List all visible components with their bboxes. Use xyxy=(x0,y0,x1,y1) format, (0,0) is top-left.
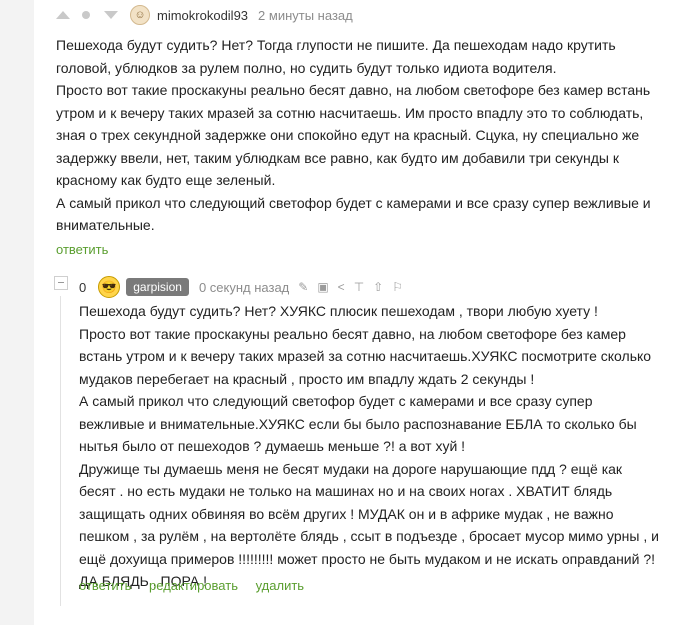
avatar-icon[interactable]: 😎 xyxy=(98,276,121,298)
comment1-header: ☺ mimokrokodil93 2 минуты назад xyxy=(56,4,353,26)
comment1-time[interactable]: 2 минуты назад xyxy=(258,8,353,23)
avatar-icon[interactable]: ☺ xyxy=(130,5,150,25)
comment2-paragraph: А самый прикол что следующий светофор бу… xyxy=(79,393,637,454)
comment2-paragraph: Просто вот такие проскакуны реально беся… xyxy=(79,325,652,387)
comment1-reply-link[interactable]: ответить xyxy=(56,242,108,257)
comment1-paragraph: Пешехода будут судить? Нет? Тогда глупос… xyxy=(56,37,616,76)
comment2-rating: 0 xyxy=(79,279,87,295)
comment1-body: Пешехода будут судить? Нет? Тогда глупос… xyxy=(56,34,656,237)
comment2-actions: ответить редактировать удалить xyxy=(79,578,318,593)
pin-icon[interactable]: ⊤ xyxy=(354,280,364,294)
upload-icon[interactable]: ⇧ xyxy=(373,280,383,294)
delete-link[interactable]: удалить xyxy=(256,578,304,593)
comment2-body: Пешехода будут судить? Нет? ХУЯКС плюсик… xyxy=(79,300,659,593)
collapse-icon[interactable] xyxy=(54,276,68,290)
downvote-icon[interactable] xyxy=(104,11,118,19)
comment1-paragraph: Просто вот такие проскакуны реально беся… xyxy=(56,82,651,188)
comment2-paragraph: Дружище ты думаешь меня не бесят мудаки … xyxy=(79,460,659,590)
comment2-header: 0 😎 garpision 0 секунд назад ✎ ▣ < ⊤ ⇧ ⚐ xyxy=(79,276,403,298)
comment1-author[interactable]: mimokrokodil93 xyxy=(157,8,248,23)
thread-line xyxy=(60,296,61,606)
share-icon[interactable]: < xyxy=(338,280,345,294)
dot-icon[interactable] xyxy=(82,11,90,19)
edit-link[interactable]: редактировать xyxy=(149,578,238,593)
edit-icon[interactable]: ✎ xyxy=(298,280,308,294)
comment2-author-badge[interactable]: garpision xyxy=(126,278,189,296)
report-icon[interactable]: ⚐ xyxy=(392,280,403,294)
comment2-time[interactable]: 0 секунд назад xyxy=(199,280,289,295)
reply-link[interactable]: ответить xyxy=(79,578,131,593)
comment1-paragraph: А самый прикол что следующий светофор бу… xyxy=(56,194,651,234)
comment2-paragraph: Пешехода будут судить? Нет? ХУЯКС плюсик… xyxy=(79,303,598,319)
upvote-icon[interactable] xyxy=(56,11,70,19)
save-icon[interactable]: ▣ xyxy=(317,280,328,294)
